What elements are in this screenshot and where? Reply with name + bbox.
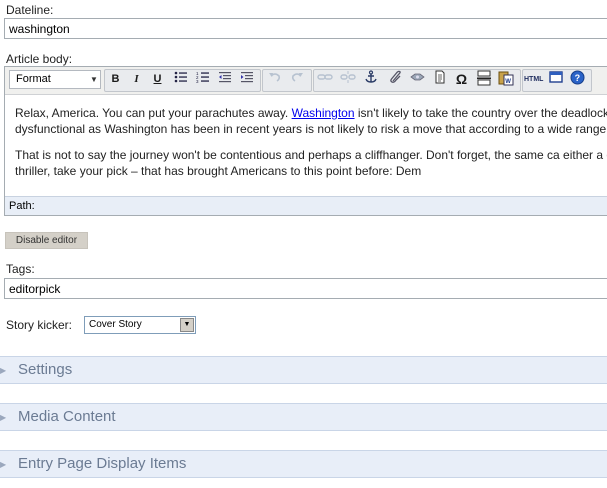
bold-button[interactable]: B xyxy=(106,70,125,89)
anchor-icon[interactable] xyxy=(361,70,380,89)
chevron-down-icon: ▼ xyxy=(180,318,194,332)
article-paragraph-1: Relax, America. You can put your parachu… xyxy=(15,106,607,136)
fullscreen-icon[interactable] xyxy=(546,70,565,89)
indent-icon[interactable] xyxy=(237,70,256,89)
washington-link[interactable]: Washington xyxy=(292,106,355,120)
editor-toolbar: Format ▼ B I U 123 Ω W HTML ? xyxy=(5,67,607,95)
triangle-right-icon: ▶ xyxy=(0,413,7,422)
article-paragraph-2: That is not to say the journey won't be … xyxy=(15,148,607,178)
svg-text:3: 3 xyxy=(196,79,199,84)
story-kicker-select[interactable]: Cover Story ▼ xyxy=(84,316,196,334)
help-icon[interactable]: ? xyxy=(568,70,587,89)
section-entry-page-display-items[interactable]: ▶ Entry Page Display Items xyxy=(0,450,607,478)
path-label: Path: xyxy=(9,200,35,212)
section-title: Entry Page Display Items xyxy=(18,455,187,472)
redo-icon[interactable] xyxy=(287,70,306,89)
triangle-right-icon: ▶ xyxy=(0,366,7,375)
undo-icon[interactable] xyxy=(265,70,284,89)
section-title: Media Content xyxy=(18,408,116,425)
media-icon[interactable] xyxy=(408,70,427,89)
dateline-label: Dateline: xyxy=(6,3,54,17)
story-kicker-value: Cover Story xyxy=(89,319,142,330)
chevron-down-icon: ▼ xyxy=(90,75,98,84)
outdent-icon[interactable] xyxy=(215,70,234,89)
dateline-input[interactable]: washington xyxy=(4,18,607,39)
rich-text-editor: Format ▼ B I U 123 Ω W HTML ? Relax, Ame… xyxy=(4,66,607,216)
svg-text:?: ? xyxy=(575,73,581,83)
horizontal-rule-icon[interactable] xyxy=(474,70,493,89)
section-media-content[interactable]: ▶ Media Content xyxy=(0,403,607,431)
article-body-label: Article body: xyxy=(6,52,73,66)
editor-path-bar: Path: xyxy=(5,196,607,215)
tags-label: Tags: xyxy=(6,262,35,276)
numbered-list-icon[interactable]: 123 xyxy=(193,70,212,89)
special-character-icon[interactable]: Ω xyxy=(452,70,471,89)
underline-button[interactable]: U xyxy=(148,70,167,89)
unlink-icon[interactable] xyxy=(338,70,357,89)
attachment-icon[interactable] xyxy=(386,70,405,89)
section-title: Settings xyxy=(18,361,73,378)
html-source-button[interactable]: HTML xyxy=(524,70,543,89)
paste-word-icon[interactable]: W xyxy=(496,70,515,89)
document-icon[interactable] xyxy=(430,70,449,89)
section-settings[interactable]: ▶ Settings xyxy=(0,356,607,384)
svg-text:W: W xyxy=(505,79,511,85)
story-kicker-label: Story kicker: xyxy=(6,318,73,332)
tags-input[interactable]: editorpick xyxy=(4,278,607,299)
italic-button[interactable]: I xyxy=(127,70,146,89)
format-select-label: Format xyxy=(16,73,51,85)
bullet-list-icon[interactable] xyxy=(171,70,190,89)
link-icon[interactable] xyxy=(315,70,334,89)
format-select[interactable]: Format ▼ xyxy=(9,70,101,89)
triangle-right-icon: ▶ xyxy=(0,460,7,469)
editor-content[interactable]: Relax, America. You can put your parachu… xyxy=(5,95,607,195)
disable-editor-button[interactable]: Disable editor xyxy=(5,232,88,249)
